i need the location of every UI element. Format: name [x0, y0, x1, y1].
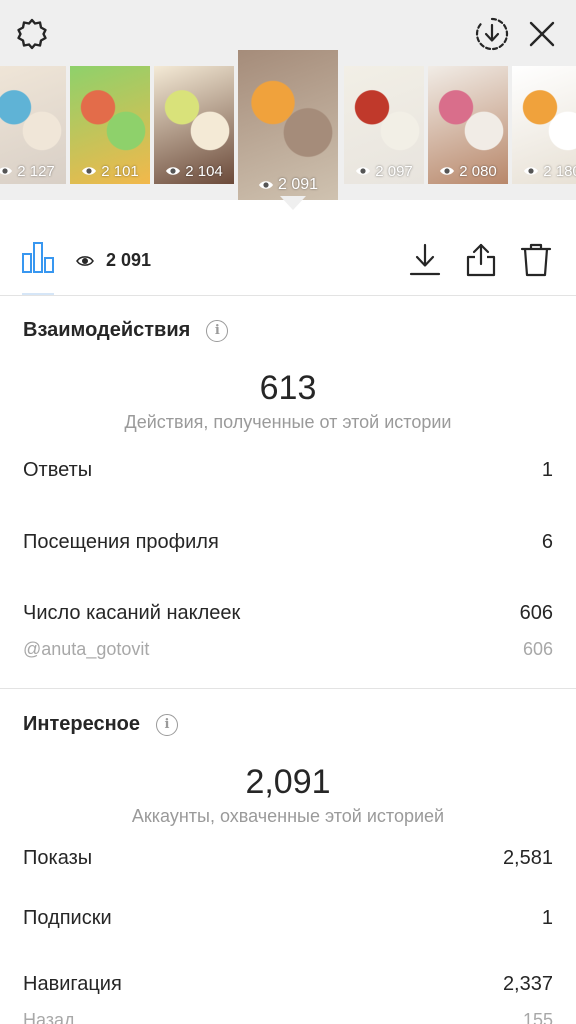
stat-subrow: @anuta_gotovit 606	[23, 639, 553, 660]
stat-label: Навигация	[23, 973, 122, 995]
stat-label: Назад	[23, 1010, 75, 1024]
eye-icon	[82, 167, 97, 175]
story-thumbnail[interactable]: 2 180	[512, 66, 576, 184]
story-views: 2 080	[428, 160, 508, 182]
story-thumbnail-selected[interactable]: 2 091	[238, 50, 338, 200]
story-thumbnail[interactable]: 2 101	[70, 66, 150, 184]
story-strip-header: 2 127 2 101 2 104 2 091 2 097 2 080 2 18	[0, 0, 576, 200]
share-icon	[466, 243, 496, 277]
stat-value: 606	[519, 602, 553, 624]
story-thumbnail[interactable]: 2 097	[344, 66, 424, 184]
story-thumbnails: 2 127 2 101 2 104 2 091 2 097 2 080 2 18	[0, 50, 576, 202]
stat-value: 155	[522, 1010, 553, 1024]
discovery-section-title: Интересное i	[23, 713, 178, 736]
eye-icon	[258, 181, 273, 189]
eye-icon	[524, 167, 539, 175]
story-thumbnail[interactable]: 2 080	[428, 66, 508, 184]
story-views: 2 101	[70, 160, 150, 182]
story-thumbnail[interactable]: 2 104	[154, 66, 234, 184]
stat-label: Посещения профиля	[23, 531, 219, 553]
story-views-count: 2 101	[101, 162, 139, 180]
eye-icon	[76, 255, 94, 266]
insights-toolbar: 2 091	[0, 226, 576, 296]
stat-label: Ответы	[23, 459, 93, 481]
stat-label: Показы	[23, 847, 93, 869]
story-views-count: 2 097	[375, 162, 413, 180]
stat-value: 6	[541, 531, 553, 553]
stat-value: 1	[541, 459, 553, 481]
settings-gear-icon[interactable]	[12, 14, 52, 54]
stat-row: Подписки 1	[23, 907, 553, 930]
stat-value: 2,337	[502, 973, 553, 995]
trash-icon	[520, 243, 552, 277]
story-views: 2 091	[238, 174, 338, 196]
eye-icon	[356, 167, 371, 175]
story-views: 2 127	[0, 160, 66, 182]
story-views-count: 2 091	[277, 176, 319, 193]
viewers-tab[interactable]: 2 091	[76, 250, 151, 271]
divider	[0, 295, 576, 296]
viewers-count: 2 091	[106, 250, 152, 270]
stat-row: Показы 2,581	[23, 847, 553, 870]
eye-icon	[0, 167, 13, 175]
story-views: 2 180	[512, 160, 576, 182]
stat-value: 606	[522, 639, 553, 659]
story-views-count: 2 127	[17, 162, 55, 180]
discovery-subtitle: Аккаунты, охваченные этой историей	[131, 806, 445, 826]
discovery-total: 2,091	[245, 763, 331, 801]
story-views: 2 097	[344, 160, 424, 182]
stat-value: 2,581	[502, 847, 553, 869]
stat-row: Ответы 1	[23, 459, 553, 482]
interactions-title: Взаимодействия	[23, 319, 191, 341]
interactions-total: 613	[259, 369, 317, 407]
interactions-section-title: Взаимодействия i	[23, 319, 229, 342]
stat-row: Число касаний наклеек 606	[23, 602, 553, 625]
mention-label: @anuta_gotovit	[23, 639, 150, 659]
close-icon[interactable]	[522, 14, 562, 54]
download-icon	[409, 243, 441, 276]
stat-value: 1	[541, 907, 553, 929]
story-views-count: 2 080	[459, 162, 497, 180]
story-views-count: 2 104	[185, 162, 223, 180]
stat-row: Посещения профиля 6	[23, 531, 553, 554]
story-thumbnail[interactable]: 2 127	[0, 66, 66, 184]
bar-chart-icon	[22, 242, 54, 273]
divider	[0, 688, 576, 689]
discovery-title: Интересное	[23, 713, 140, 735]
share-button[interactable]	[461, 240, 501, 280]
interactions-subtitle: Действия, полученные от этой истории	[124, 412, 452, 432]
story-views-count: 2 180	[543, 162, 576, 180]
story-views: 2 104	[154, 160, 234, 182]
eye-icon	[166, 167, 181, 175]
delete-button[interactable]	[516, 240, 556, 280]
info-icon[interactable]: i	[206, 319, 229, 342]
stat-label: Подписки	[23, 907, 112, 929]
stat-label: Число касаний наклеек	[23, 602, 241, 624]
insights-tab[interactable]	[18, 226, 58, 296]
info-icon[interactable]: i	[156, 713, 178, 736]
download-circle-icon[interactable]	[472, 14, 512, 54]
stat-row: Навигация 2,337	[23, 973, 553, 996]
stat-subrow: Назад 155	[23, 1010, 553, 1024]
selected-story-pointer	[280, 196, 306, 210]
download-button[interactable]	[405, 240, 445, 280]
eye-icon	[440, 167, 455, 175]
